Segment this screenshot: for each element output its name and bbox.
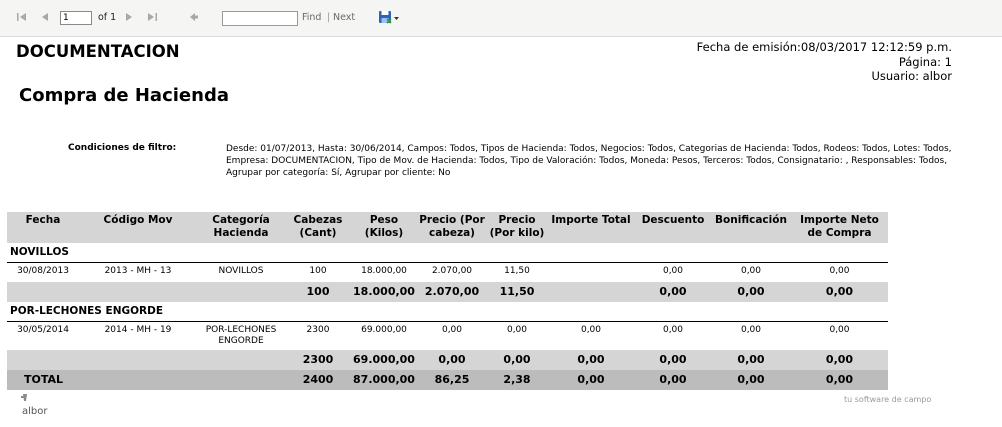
find-next-link[interactable]: Next — [333, 12, 355, 23]
cell-codigo: 2014 - MH - 19 — [104, 325, 172, 335]
cell-categoria: POR-LECHONES ENGORDE — [205, 325, 277, 346]
find-link[interactable]: Find — [302, 12, 321, 23]
total-neto: 0,00 — [825, 373, 854, 386]
total-precio-cabeza: 86,25 — [434, 373, 470, 386]
cell-peso: 69.000,00 — [361, 325, 407, 335]
column-header: Fecha — [25, 214, 61, 226]
page-indicator: Página: 1 — [898, 54, 952, 69]
company-name: DOCUMENTACION — [16, 42, 180, 61]
cell-fecha: 30/05/2014 — [17, 325, 69, 335]
column-header: Cabezas (Cant) — [293, 214, 343, 239]
footer-slogan: tu software de campo — [844, 395, 932, 404]
find-separator: | — [327, 12, 331, 23]
subtotal-precio-kilo: 0,00 — [503, 353, 531, 366]
previous-page-icon[interactable] — [40, 11, 50, 27]
table-row: 30/08/2013 2013 - MH - 13 NOVILLOS 100 1… — [7, 263, 888, 283]
subtotal-precio-kilo: 11,50 — [499, 285, 535, 298]
cell-codigo: 2013 - MH - 13 — [104, 266, 172, 276]
subtotal-row: 100 18.000,00 2.070,00 11,50 0,00 0,00 0… — [7, 282, 888, 302]
subtotal-cabezas: 2300 — [302, 353, 334, 366]
subtotal-descuento: 0,00 — [659, 285, 687, 298]
user-name: Usuario: albor — [871, 69, 952, 83]
total-label: TOTAL — [24, 373, 64, 386]
column-header: Categoría Hacienda — [212, 214, 270, 239]
cell-fecha: 30/08/2013 — [17, 266, 69, 276]
total-peso: 87.000,00 — [353, 373, 415, 386]
total-bonificacion: 0,00 — [737, 373, 765, 386]
cell-bonificacion: 0,00 — [740, 325, 762, 335]
column-header: Código Mov — [103, 214, 173, 226]
report-meta: Fecha de emisión:08/03/2017 12:12:59 p.m… — [697, 40, 952, 84]
subtotal-precio-cabeza: 0,00 — [438, 353, 466, 366]
subtotal-peso: 18.000,00 — [353, 285, 415, 298]
subtotal-importe — [547, 282, 635, 302]
report-title: Compra de Hacienda — [19, 85, 229, 106]
cell-descuento: 0,00 — [662, 325, 684, 335]
last-page-icon[interactable] — [146, 11, 158, 27]
total-precio-kilo: 2,38 — [503, 373, 531, 386]
cell-precio-kilo: 0,00 — [506, 325, 528, 335]
total-descuento: 0,00 — [659, 373, 687, 386]
subtotal-neto: 0,00 — [825, 285, 854, 298]
subtotal-cabezas: 100 — [306, 285, 330, 298]
report-toolbar: of 1 Find | Next — [0, 0, 1002, 37]
cell-precio-cabeza: 2.070,00 — [431, 266, 473, 276]
cell-cabezas: 2300 — [306, 325, 330, 335]
report-table: Fecha Código Mov Categoría Hacienda Cabez… — [7, 212, 888, 243]
first-page-icon[interactable] — [16, 11, 28, 27]
subtotal-bonificacion: 0,00 — [737, 353, 765, 366]
page-number-input[interactable] — [60, 11, 92, 25]
back-to-parent-icon[interactable] — [188, 11, 200, 27]
total-cabezas: 2400 — [302, 373, 334, 386]
column-header: Bonificación — [715, 214, 787, 226]
cell-cabezas: 100 — [309, 266, 327, 276]
group-title: NOVILLOS — [10, 246, 69, 258]
cell-precio-kilo: 11,50 — [504, 266, 530, 276]
subtotal-peso: 69.000,00 — [353, 353, 415, 366]
subtotal-descuento: 0,00 — [659, 353, 687, 366]
group-title: POR-LECHONES ENGORDE — [10, 305, 164, 317]
cell-peso: 18.000,00 — [361, 266, 407, 276]
total-row: TOTAL 2400 87.000,00 86,25 2,38 0,00 0,0… — [7, 370, 888, 390]
column-header: Peso (Kilos) — [364, 214, 404, 239]
cell-descuento: 0,00 — [662, 266, 684, 276]
column-header: Importe Total — [551, 214, 631, 226]
column-header: Precio (Por kilo) — [489, 214, 545, 239]
export-save-icon[interactable] — [378, 10, 400, 26]
subtotal-neto: 0,00 — [825, 353, 854, 366]
filter-label: Condiciones de filtro: — [68, 143, 177, 153]
cell-categoria: NOVILLOS — [218, 266, 264, 276]
next-page-icon[interactable] — [124, 11, 134, 27]
column-header: Descuento — [641, 214, 705, 226]
cell-importe: 0,00 — [580, 325, 602, 335]
filter-conditions: Desde: 01/07/2013, Hasta: 30/06/2014, Ca… — [226, 144, 952, 178]
column-header: Importe Neto de Compra — [800, 214, 879, 239]
cell-importe — [547, 263, 635, 283]
albor-logo: albor — [18, 393, 58, 419]
page-count-label: of 1 — [98, 12, 117, 23]
table-header-row: Fecha Código Mov Categoría Hacienda Cabez… — [7, 212, 888, 243]
subtotal-bonificacion: 0,00 — [737, 285, 765, 298]
subtotal-row: 2300 69.000,00 0,00 0,00 0,00 0,00 0,00 … — [7, 350, 888, 370]
cell-precio-cabeza: 0,00 — [441, 325, 463, 335]
cell-neto: 0,00 — [829, 325, 850, 335]
subtotal-importe: 0,00 — [577, 353, 605, 366]
subtotal-precio-cabeza: 2.070,00 — [424, 285, 480, 298]
total-importe: 0,00 — [577, 373, 605, 386]
cell-neto: 0,00 — [829, 266, 850, 276]
emission-date: Fecha de emisión:08/03/2017 12:12:59 p.m… — [696, 40, 952, 54]
albor-logo-text: albor — [22, 406, 48, 417]
table-row: 30/05/2014 2014 - MH - 19 POR-LECHONES EN… — [7, 322, 888, 351]
cell-bonificacion: 0,00 — [740, 266, 762, 276]
find-text-input[interactable] — [222, 11, 298, 26]
column-header: Precio (Por cabeza) — [419, 214, 485, 239]
